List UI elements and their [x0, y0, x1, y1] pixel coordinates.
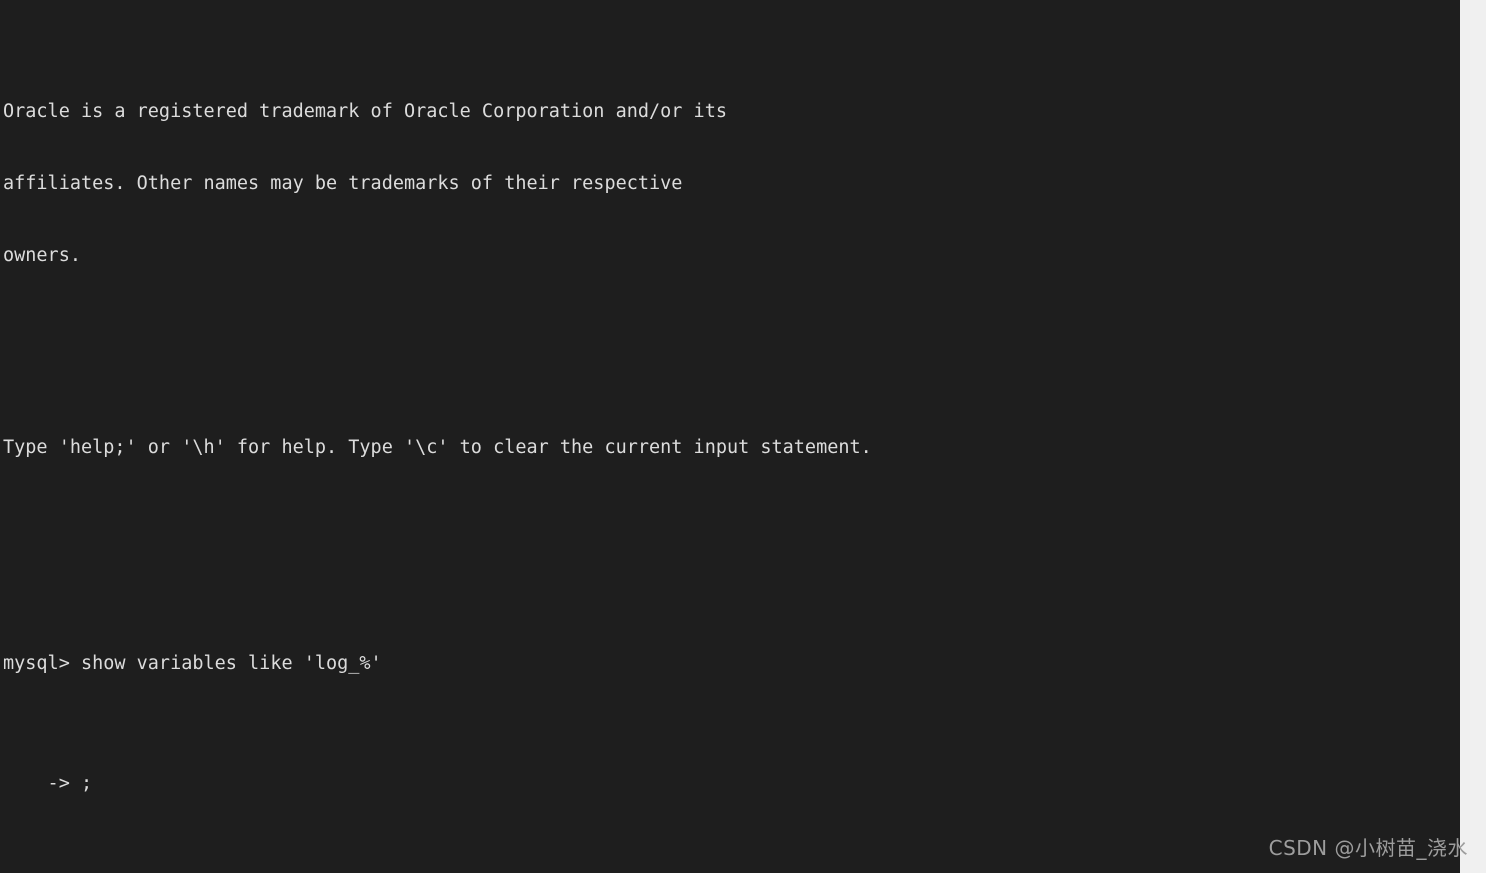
vertical-scrollbar-track[interactable] — [1460, 0, 1486, 873]
terminal-window: Oracle is a registered trademark of Orac… — [0, 0, 1486, 873]
command-line: mysql> show variables like 'log_%' — [3, 652, 916, 676]
banner-line: owners. — [3, 245, 81, 266]
help-line: Type 'help;' or '\h' for help. Type '\c'… — [3, 437, 872, 458]
command-text — [70, 653, 81, 674]
continuation-prompt: -> — [3, 773, 81, 794]
banner-line: Oracle is a registered trademark of Orac… — [3, 101, 727, 122]
terminal-screen[interactable]: Oracle is a registered trademark of Orac… — [0, 0, 1460, 873]
banner-line: affiliates. Other names may be trademark… — [3, 173, 683, 194]
prompt-label: mysql> — [3, 653, 70, 674]
terminal-output: Oracle is a registered trademark of Orac… — [3, 4, 916, 873]
continuation-line: -> ; — [3, 772, 916, 796]
continuation-text: ; — [80, 773, 93, 794]
command-input: show variables like 'log_%' — [80, 653, 382, 674]
